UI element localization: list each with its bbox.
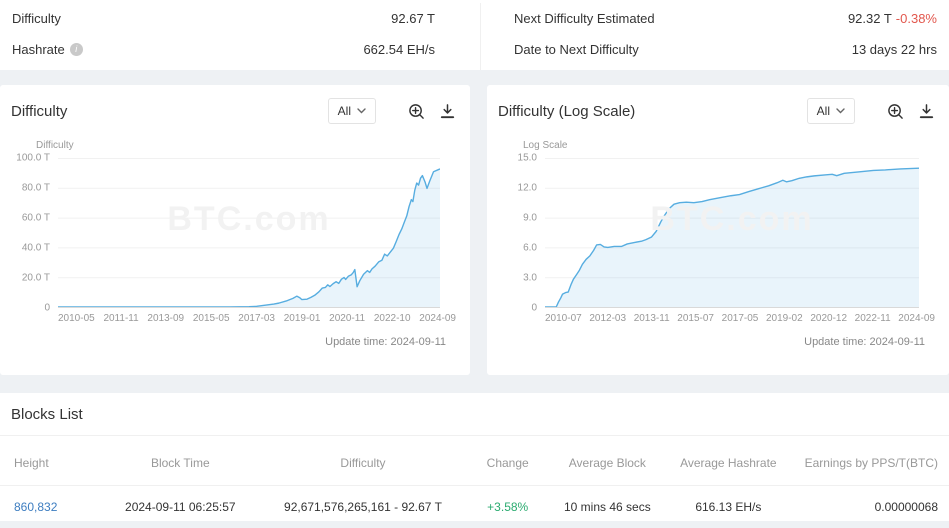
col-block-time: Block Time bbox=[100, 436, 261, 486]
y-tick-label: 20.0 T bbox=[22, 273, 50, 284]
y-axis-title: Difficulty bbox=[36, 140, 470, 151]
y-tick-label: 3.0 bbox=[523, 273, 537, 284]
x-tick-label: 2013-09 bbox=[147, 313, 184, 324]
next-difficulty-delta: -0.38% bbox=[896, 11, 937, 26]
zoom-in-icon bbox=[408, 103, 425, 120]
x-tick-label: 2017-05 bbox=[722, 313, 759, 324]
stat-hashrate: Hashrate i 662.54 EH/s bbox=[12, 34, 435, 65]
y-tick-label: 12.0 bbox=[518, 183, 537, 194]
y-tick-label: 60.0 T bbox=[22, 213, 50, 224]
next-difficulty-label: Next Difficulty Estimated bbox=[514, 11, 655, 26]
hashrate-value: 662.54 EH/s bbox=[363, 42, 435, 57]
y-axis-labels: 15.012.09.06.03.00 bbox=[497, 158, 545, 308]
zoom-in-button[interactable] bbox=[408, 103, 425, 120]
x-tick-label: 2020-12 bbox=[810, 313, 847, 324]
area-chart-svg bbox=[58, 158, 440, 307]
y-tick-label: 9.0 bbox=[523, 213, 537, 224]
cell-change: +3.58% bbox=[465, 486, 550, 528]
y-tick-label: 40.0 T bbox=[22, 243, 50, 254]
y-tick-label: 100.0 T bbox=[16, 153, 50, 164]
chart-header: Difficulty (Log Scale) All bbox=[487, 85, 949, 125]
table-row: 860,832 2024-09-11 06:25:57 92,671,576,2… bbox=[0, 486, 949, 528]
stats-panel: Difficulty 92.67 T Hashrate i 662.54 EH/… bbox=[0, 0, 949, 70]
y-tick-label: 0 bbox=[531, 303, 537, 314]
x-tick-label: 2015-05 bbox=[193, 313, 230, 324]
col-difficulty: Difficulty bbox=[261, 436, 465, 486]
chart-plot-area[interactable]: BTC.com bbox=[545, 158, 919, 308]
chart-panel-difficulty: Difficulty All Difficulty 100.0 T 80.0 T 6… bbox=[0, 85, 470, 375]
cell-difficulty: 92,671,576,265,161 - 92.67 T bbox=[261, 486, 465, 528]
stat-next-difficulty: Next Difficulty Estimated 92.32 T-0.38% bbox=[514, 3, 937, 34]
date-next-value: 13 days 22 hrs bbox=[852, 42, 937, 57]
x-axis-labels: 2010-07 2012-03 2013-11 2015-07 2017-05 2019-… bbox=[535, 313, 935, 324]
x-tick-label: 2013-11 bbox=[634, 313, 670, 324]
chart-title: Difficulty (Log Scale) bbox=[498, 103, 807, 120]
plot-wrap: 15.012.09.06.03.00 BTC.com bbox=[487, 158, 949, 308]
range-select[interactable]: All bbox=[807, 98, 855, 124]
blocks-list-title: Blocks List bbox=[0, 406, 949, 436]
x-tick-label: 2015-07 bbox=[677, 313, 714, 324]
y-tick-label: 15.0 bbox=[518, 153, 537, 164]
y-axis-title: Log Scale bbox=[523, 140, 949, 151]
next-difficulty-value: 92.32 T-0.38% bbox=[848, 11, 937, 26]
cell-earnings: 0.00000068 bbox=[792, 486, 949, 528]
x-tick-label: 2019-01 bbox=[284, 313, 321, 324]
charts-row: Difficulty All Difficulty 100.0 T 80.0 T 6… bbox=[0, 85, 949, 375]
download-icon bbox=[918, 103, 935, 120]
stats-right: Next Difficulty Estimated 92.32 T-0.38% … bbox=[480, 3, 949, 70]
stat-date-next: Date to Next Difficulty 13 days 22 hrs bbox=[514, 34, 937, 65]
y-tick-label: 6.0 bbox=[523, 243, 537, 254]
date-next-label: Date to Next Difficulty bbox=[514, 42, 639, 57]
x-tick-label: 2010-07 bbox=[545, 313, 582, 324]
x-tick-label: 2010-05 bbox=[58, 313, 95, 324]
blocks-table: Height Block Time Difficulty Change Aver… bbox=[0, 436, 949, 528]
cell-average-hashrate: 616.13 EH/s bbox=[664, 486, 792, 528]
info-icon[interactable]: i bbox=[70, 43, 83, 56]
area-chart-svg bbox=[545, 158, 919, 307]
x-tick-label: 2019-02 bbox=[766, 313, 803, 324]
chart-header: Difficulty All bbox=[0, 85, 470, 125]
table-header-row: Height Block Time Difficulty Change Aver… bbox=[0, 436, 949, 486]
chart-title: Difficulty bbox=[11, 103, 328, 120]
x-tick-label: 2022-11 bbox=[855, 313, 891, 324]
update-time: Update time: 2024-09-11 bbox=[0, 336, 470, 348]
col-average-block: Average Block bbox=[550, 436, 664, 486]
chevron-down-icon bbox=[836, 108, 845, 114]
download-button[interactable] bbox=[918, 103, 935, 120]
zoom-in-button[interactable] bbox=[887, 103, 904, 120]
col-change: Change bbox=[465, 436, 550, 486]
x-tick-label: 2024-09 bbox=[898, 313, 935, 324]
col-height: Height bbox=[0, 436, 100, 486]
y-axis-labels: 100.0 T80.0 T60.0 T40.0 T20.0 T0 bbox=[10, 158, 58, 308]
difficulty-label: Difficulty bbox=[12, 11, 61, 26]
x-axis-labels: 2010-05 2011-11 2013-09 2015-05 2017-03 2019-… bbox=[48, 313, 456, 324]
col-earnings: Earnings by PPS/T(BTC) bbox=[792, 436, 949, 486]
hashrate-label: Hashrate i bbox=[12, 42, 83, 57]
cell-block-time: 2024-09-11 06:25:57 bbox=[100, 486, 261, 528]
zoom-in-icon bbox=[887, 103, 904, 120]
range-select[interactable]: All bbox=[328, 98, 376, 124]
chart-panel-difficulty-log: Difficulty (Log Scale) All Log Scale 15.… bbox=[487, 85, 949, 375]
y-tick-label: 0 bbox=[44, 303, 50, 314]
stat-difficulty: Difficulty 92.67 T bbox=[12, 3, 435, 34]
x-tick-label: 2012-03 bbox=[589, 313, 626, 324]
download-button[interactable] bbox=[439, 103, 456, 120]
y-tick-label: 80.0 T bbox=[22, 183, 50, 194]
chart-plot-area[interactable]: BTC.com bbox=[58, 158, 440, 308]
block-height-link[interactable]: 860,832 bbox=[14, 500, 57, 514]
chevron-down-icon bbox=[357, 108, 366, 114]
stats-left: Difficulty 92.67 T Hashrate i 662.54 EH/… bbox=[0, 3, 480, 70]
difficulty-value: 92.67 T bbox=[391, 11, 435, 26]
x-tick-label: 2022-10 bbox=[374, 313, 411, 324]
plot-wrap: 100.0 T80.0 T60.0 T40.0 T20.0 T0 BTC.com bbox=[0, 158, 470, 308]
download-icon bbox=[439, 103, 456, 120]
x-tick-label: 2020-11 bbox=[329, 313, 365, 324]
x-tick-label: 2017-03 bbox=[238, 313, 275, 324]
x-tick-label: 2024-09 bbox=[419, 313, 456, 324]
x-tick-label: 2011-11 bbox=[103, 313, 138, 324]
cell-average-block: 10 mins 46 secs bbox=[550, 486, 664, 528]
update-time: Update time: 2024-09-11 bbox=[487, 336, 949, 348]
blocks-panel: Blocks List Height Block Time Difficulty… bbox=[0, 393, 949, 521]
col-average-hashrate: Average Hashrate bbox=[664, 436, 792, 486]
